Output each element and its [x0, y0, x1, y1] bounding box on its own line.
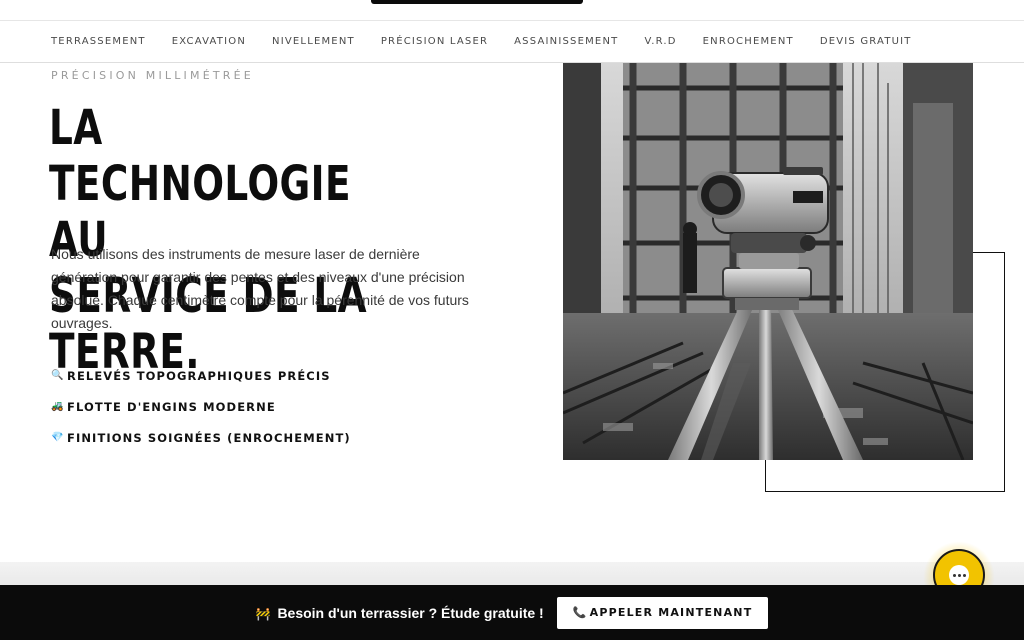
feature-label: RELEVÉS TOPOGRAPHIQUES PRÉCIS [67, 368, 331, 383]
nav-item-precision-laser[interactable]: PRÉCISION LASER [381, 36, 488, 47]
phone-icon: 📞 [572, 606, 588, 619]
nav-item-terrassement[interactable]: TERRASSEMENT [51, 36, 146, 47]
construction-barrier-icon: 🚧 [255, 606, 271, 621]
feature-label: FINITIONS SOIGNÉES (ENROCHEMENT) [67, 430, 351, 445]
nav-item-devis-gratuit[interactable]: DEVIS GRATUIT [820, 36, 912, 47]
call-now-button[interactable]: 📞 APPELER MAINTENANT [556, 596, 769, 629]
nav-item-assainissement[interactable]: ASSAINISSEMENT [514, 36, 618, 47]
hero-headline: LA TECHNOLOGIE AU SERVICE DE LA TERRE. [49, 100, 416, 380]
top-handle [371, 0, 583, 4]
tractor-icon: 🚜 [51, 400, 64, 412]
hero-eyebrow: PRÉCISION MILLIMÉTRÉE [51, 69, 254, 82]
feature-item: 🚜 FLOTTE D'ENGINS MODERNE [51, 391, 351, 422]
section-divider-band [0, 562, 1024, 586]
nav-item-vrd[interactable]: V.R.D [644, 36, 676, 47]
feature-item: 💎 FINITIONS SOIGNÉES (ENROCHEMENT) [51, 422, 351, 453]
nav-item-enrochement[interactable]: ENROCHEMENT [703, 36, 794, 47]
feature-list: 🔍 RELEVÉS TOPOGRAPHIQUES PRÉCIS 🚜 FLOTTE… [51, 360, 351, 453]
nav-item-nivellement[interactable]: NIVELLEMENT [272, 36, 355, 47]
feature-item: 🔍 RELEVÉS TOPOGRAPHIQUES PRÉCIS [51, 360, 351, 391]
call-now-label: APPELER MAINTENANT [589, 606, 753, 619]
nav-item-excavation[interactable]: EXCAVATION [172, 36, 246, 47]
feature-label: FLOTTE D'ENGINS MODERNE [67, 399, 276, 414]
main-nav: TERRASSEMENT EXCAVATION NIVELLEMENT PRÉC… [0, 21, 1024, 63]
cta-bar: 🚧 Besoin d'un terrassier ? Étude gratuit… [0, 585, 1024, 640]
hero-description: Nous utilisons des instruments de mesure… [51, 246, 469, 331]
cta-message: 🚧 Besoin d'un terrassier ? Étude gratuit… [256, 605, 544, 621]
chat-bubble-icon [949, 565, 969, 585]
cta-message-text: Besoin d'un terrassier ? Étude gratuite … [277, 604, 544, 621]
gem-icon: 💎 [51, 431, 64, 443]
magnifier-icon: 🔍 [51, 369, 64, 381]
hero-photo [563, 63, 973, 460]
